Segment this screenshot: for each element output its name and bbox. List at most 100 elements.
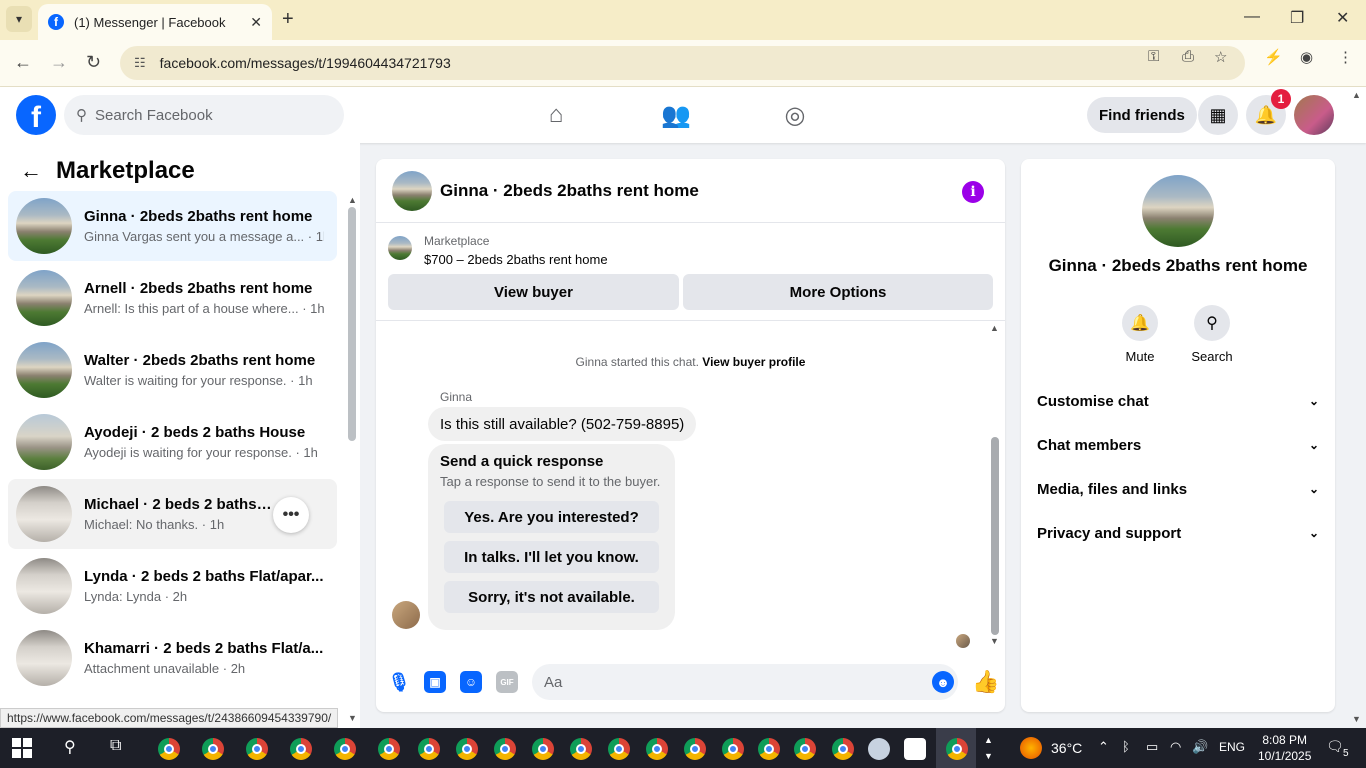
scroll-up-arrow-icon[interactable]: ▲ — [348, 195, 357, 205]
chrome-app-icon[interactable] — [290, 738, 312, 760]
chrome-app-icon[interactable] — [532, 738, 554, 760]
chrome-app-icon[interactable] — [722, 738, 744, 760]
search-input[interactable] — [95, 106, 315, 124]
address-bar[interactable]: ☷ facebook.com/messages/t/19946044347217… — [120, 46, 1245, 80]
conversation-item[interactable]: Lynda · 2 beds 2 baths Flat/apar... Lynd… — [8, 551, 337, 621]
chat-scroll-up-icon[interactable]: ▲ — [990, 323, 999, 333]
show-hidden-icons-icon[interactable]: ⌃ — [1098, 739, 1109, 755]
chrome-app-icon[interactable] — [758, 738, 780, 760]
install-app-icon[interactable]: ⎙ — [1182, 48, 1194, 65]
privacy-support-section[interactable]: Privacy and support ⌄ — [1037, 511, 1319, 555]
reload-icon[interactable]: ↻ — [86, 52, 101, 73]
conversation-item[interactable]: Arnell · 2beds 2baths rent home Arnell: … — [8, 263, 337, 333]
chrome-app-icon[interactable] — [832, 738, 854, 760]
password-key-icon[interactable]: ⚿ — [1148, 48, 1159, 65]
message-input-box[interactable] — [532, 664, 958, 700]
system-clock[interactable]: 8:08 PM 10/1/2025 — [1258, 732, 1311, 764]
menu-grid-icon[interactable]: ▦ — [1198, 95, 1238, 135]
chrome-app-icon[interactable] — [158, 738, 180, 760]
chrome-app-icon[interactable] — [456, 738, 478, 760]
extensions-icon[interactable]: ⚡ — [1264, 48, 1283, 66]
search-icon[interactable]: ⚲ — [1194, 305, 1230, 341]
profile-avatar[interactable] — [1294, 95, 1334, 135]
chat-avatar[interactable] — [392, 170, 432, 211]
view-buyer-button[interactable]: View buyer — [388, 274, 679, 310]
new-tab-icon[interactable]: + — [282, 8, 294, 31]
media-files-links-section[interactable]: Media, files and links ⌄ — [1037, 467, 1319, 511]
chrome-app-icon[interactable] — [246, 738, 268, 760]
emoji-icon[interactable]: ☻ — [932, 671, 954, 693]
chrome-app-icon[interactable] — [378, 738, 400, 760]
page-scroll-up-icon[interactable]: ▲ — [1352, 90, 1361, 100]
home-icon[interactable]: ⌂ — [541, 101, 571, 129]
sidebar-scrollbar[interactable] — [348, 207, 356, 441]
chrome-app-icon[interactable] — [608, 738, 630, 760]
site-info-icon[interactable]: ☷ — [134, 55, 146, 71]
scroll-down-arrow-icon[interactable]: ▼ — [348, 713, 357, 723]
mute-action[interactable]: 🔔 Mute — [1110, 305, 1170, 364]
notification-center-icon[interactable]: 🗨 — [1326, 738, 1344, 755]
chat-title[interactable]: Ginna · 2beds 2baths rent home — [440, 181, 699, 201]
gif-icon[interactable]: GIF — [496, 671, 518, 693]
facebook-logo-icon[interactable]: f — [16, 95, 56, 135]
search-action[interactable]: ⚲ Search — [1182, 305, 1242, 364]
profile-icon[interactable]: ◉ — [1300, 48, 1313, 66]
minimize-icon[interactable]: — — [1244, 8, 1260, 26]
tab-search-button[interactable]: ▾ — [6, 6, 32, 32]
browser-menu-icon[interactable]: ⋮ — [1338, 48, 1353, 66]
chat-members-section[interactable]: Chat members ⌄ — [1037, 423, 1319, 467]
conversation-item[interactable]: Ayodeji · 2 beds 2 baths House Ayodeji i… — [8, 407, 337, 477]
restore-icon[interactable]: ❐ — [1290, 8, 1304, 28]
bluetooth-icon[interactable]: ᛒ — [1122, 739, 1130, 754]
listing-thumbnail[interactable] — [388, 236, 412, 260]
message-bubble[interactable]: Is this still available? (502-759-8895) — [428, 407, 697, 441]
message-input[interactable] — [544, 673, 904, 691]
page-scroll-down-icon[interactable]: ▼ — [1352, 714, 1361, 724]
windows-start-icon[interactable] — [12, 738, 32, 758]
chrome-app-icon[interactable] — [494, 738, 516, 760]
attach-image-icon[interactable]: ▣ — [424, 671, 446, 693]
paint-app-icon[interactable] — [868, 738, 890, 760]
thumbs-up-icon[interactable]: 👍 — [972, 669, 999, 695]
more-options-button[interactable]: More Options — [683, 274, 993, 310]
sticker-icon[interactable]: ☺ — [460, 671, 482, 693]
chrome-app-icon[interactable] — [418, 738, 440, 760]
conversation-item[interactable]: Khamarri · 2 beds 2 baths Flat/a... Atta… — [8, 623, 337, 693]
taskbar-scroll-icon[interactable]: ▲ ▼ — [984, 732, 993, 764]
battery-icon[interactable]: ▭ — [1146, 739, 1158, 755]
listing-title[interactable]: $700 – 2beds 2baths rent home — [424, 252, 608, 267]
taskbar-search-icon[interactable]: ⚲ — [64, 737, 76, 757]
chrome-app-icon[interactable] — [570, 738, 592, 760]
forward-icon[interactable]: → — [50, 52, 68, 73]
facebook-search[interactable]: ⚲ — [64, 95, 344, 135]
chrome-active-app-icon[interactable] — [946, 738, 968, 760]
groups-icon[interactable]: ◎ — [780, 101, 810, 130]
back-icon[interactable]: ← — [14, 52, 32, 73]
chrome-app-icon[interactable] — [794, 738, 816, 760]
chrome-app-icon[interactable] — [202, 738, 224, 760]
friends-icon[interactable]: 👥 — [661, 101, 691, 130]
chrome-app-icon[interactable] — [334, 738, 356, 760]
more-options-icon[interactable]: ••• — [273, 497, 309, 533]
wifi-icon[interactable]: ◠ — [1170, 739, 1181, 755]
language-indicator[interactable]: ENG — [1219, 740, 1245, 754]
chat-scrollbar[interactable] — [991, 437, 999, 635]
view-buyer-profile-link[interactable]: View buyer profile — [702, 355, 805, 369]
conversation-info-icon[interactable]: i — [962, 181, 984, 203]
task-view-icon[interactable]: ⧉ — [110, 737, 121, 755]
close-window-icon[interactable]: ✕ — [1336, 8, 1349, 28]
capcut-app-icon[interactable] — [904, 738, 926, 760]
volume-icon[interactable]: 🔊 — [1192, 739, 1208, 755]
bookmark-star-icon[interactable]: ☆ — [1214, 48, 1227, 66]
info-avatar[interactable] — [1142, 175, 1214, 247]
bell-icon[interactable]: 🔔 — [1122, 305, 1158, 341]
chrome-app-icon[interactable] — [684, 738, 706, 760]
quick-response-in-talks[interactable]: In talks. I'll let you know. — [444, 541, 659, 573]
quick-response-not-available[interactable]: Sorry, it's not available. — [444, 581, 659, 613]
temperature[interactable]: 36°C — [1051, 740, 1082, 756]
find-friends-button[interactable]: Find friends — [1087, 97, 1197, 133]
conversation-item[interactable]: Ginna · 2beds 2baths rent home Ginna Var… — [8, 191, 337, 261]
chrome-app-icon[interactable] — [646, 738, 668, 760]
close-tab-icon[interactable]: ✕ — [250, 14, 262, 31]
weather-icon[interactable] — [1020, 737, 1042, 759]
